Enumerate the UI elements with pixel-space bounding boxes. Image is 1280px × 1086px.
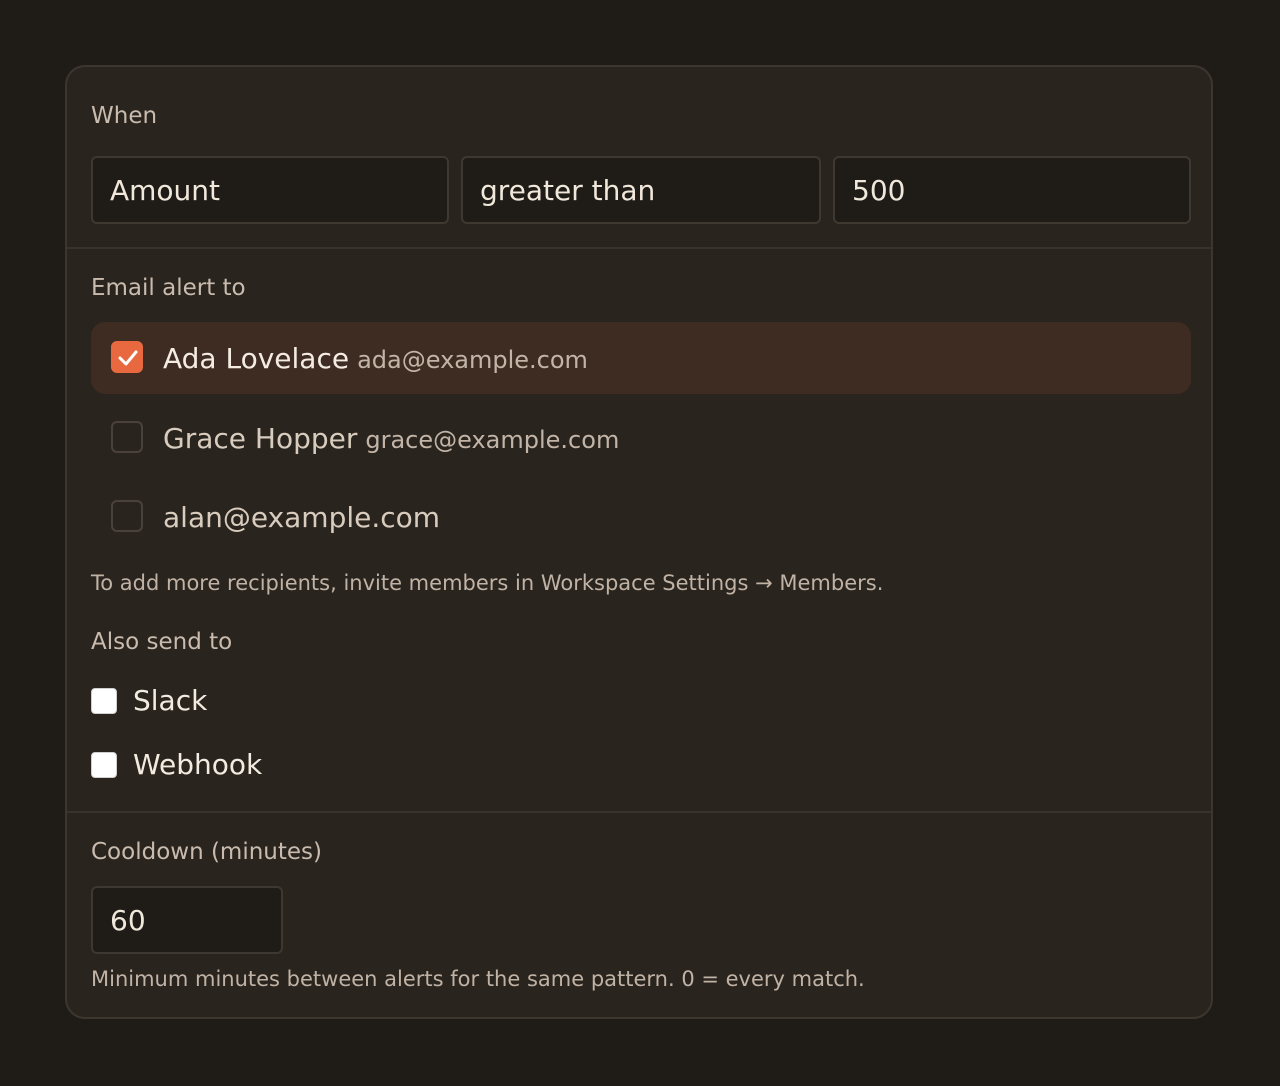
- when-label: When: [91, 103, 158, 129]
- recipient-name: alan@example.com: [163, 500, 441, 534]
- recipient-checkbox-grace[interactable]: [111, 421, 143, 453]
- recipient-row-grace[interactable]: Grace Hopper grace@example.com: [91, 402, 1191, 474]
- alert-rule-panel: When Amount greater than 500 Email alert…: [65, 65, 1213, 1019]
- condition-field-select[interactable]: Amount: [91, 156, 449, 224]
- recipient-name: Grace Hopper: [163, 421, 358, 455]
- section-divider: [67, 247, 1211, 249]
- section-divider: [67, 811, 1211, 813]
- recipient-email: grace@example.com: [365, 425, 620, 454]
- email-alert-label: Email alert to: [91, 275, 246, 301]
- channel-label: Slack: [133, 684, 208, 717]
- recipient-row-alan[interactable]: alan@example.com: [91, 481, 1191, 553]
- condition-operator-select[interactable]: greater than: [461, 156, 821, 224]
- channel-label: Webhook: [133, 748, 263, 781]
- cooldown-label: Cooldown (minutes): [91, 839, 323, 865]
- recipient-checkbox-alan[interactable]: [111, 500, 143, 532]
- cooldown-input[interactable]: 60: [91, 886, 283, 954]
- channel-slack[interactable]: Slack: [91, 684, 207, 717]
- check-icon: [118, 350, 138, 366]
- cooldown-hint: Minimum minutes between alerts for the s…: [91, 967, 865, 991]
- also-send-label: Also send to: [91, 629, 233, 655]
- webhook-checkbox[interactable]: [91, 751, 117, 778]
- recipient-checkbox-ada[interactable]: [111, 341, 143, 373]
- recipient-name: Ada Lovelace: [163, 341, 350, 375]
- slack-checkbox[interactable]: [91, 687, 117, 714]
- channel-webhook[interactable]: Webhook: [91, 748, 262, 781]
- recipient-row-ada[interactable]: Ada Lovelace ada@example.com: [91, 322, 1191, 394]
- recipients-hint: To add more recipients, invite members i…: [91, 571, 884, 595]
- condition-value-input[interactable]: 500: [833, 156, 1191, 224]
- recipient-email: ada@example.com: [357, 345, 588, 374]
